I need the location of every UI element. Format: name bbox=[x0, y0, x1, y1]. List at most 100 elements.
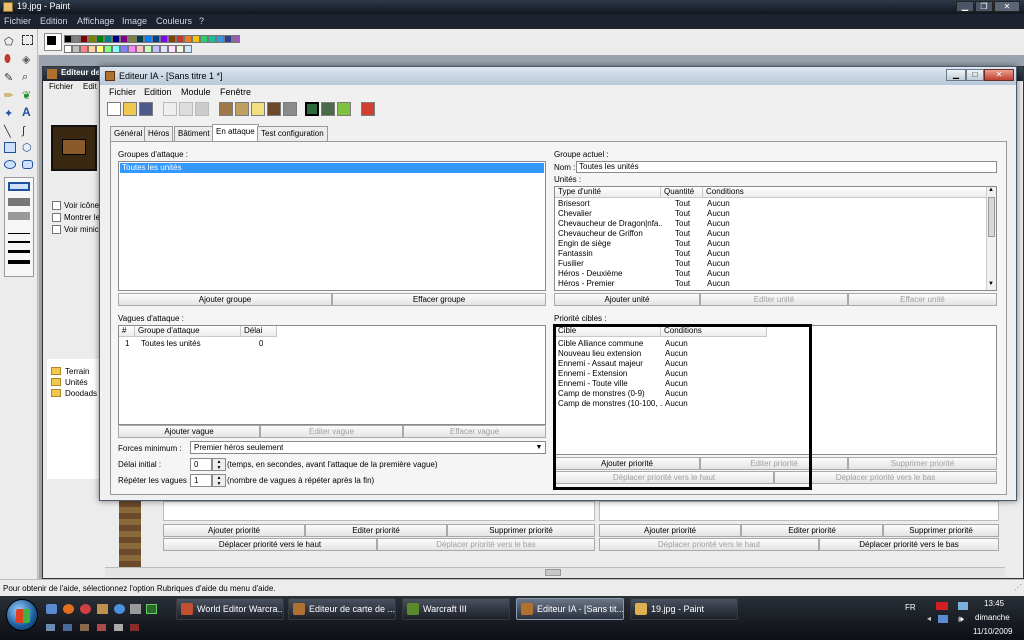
delete-unit-button[interactable]: Effacer unité bbox=[848, 293, 997, 306]
quicklaunch-icon-2d[interactable] bbox=[97, 624, 106, 631]
brush-icon[interactable]: ❦ bbox=[22, 89, 36, 103]
eraser-icon[interactable]: ⬮ bbox=[4, 53, 18, 67]
task-button-map-editor[interactable]: Editeur de carte de ... bbox=[288, 598, 396, 620]
units-header-quantity[interactable]: Quantité bbox=[661, 187, 703, 198]
ai-close-button[interactable]: ✕ bbox=[984, 69, 1014, 81]
tab-en-attaque[interactable]: En attaque bbox=[212, 124, 259, 142]
bg-add-priority-button-2[interactable]: Ajouter priorité bbox=[599, 524, 741, 537]
waves-header-group[interactable]: Groupe d'attaque bbox=[135, 326, 241, 337]
bg-check-2[interactable] bbox=[52, 213, 61, 222]
repeat-spinner[interactable]: ▲ ▼ bbox=[212, 474, 226, 487]
tray-network-icon-2[interactable] bbox=[938, 615, 948, 623]
quicklaunch-tool-icon[interactable] bbox=[130, 604, 141, 614]
quicklaunch-icon-2b[interactable] bbox=[63, 624, 72, 631]
color-swatch[interactable] bbox=[88, 45, 96, 53]
color-swatch[interactable] bbox=[96, 35, 104, 43]
unit-row[interactable]: Brisesort Tout Aucun bbox=[555, 199, 985, 209]
bg-edit-priority-button-1[interactable]: Editer priorité bbox=[305, 524, 447, 537]
tab-test-configuration[interactable]: Test configuration bbox=[257, 126, 328, 141]
bg-move-down-button-1[interactable]: Déplacer priorité vers le bas bbox=[377, 538, 595, 551]
quicklaunch-icon-2a[interactable] bbox=[46, 624, 55, 631]
unit-row[interactable]: Chevaucheur de Dragon|nfa... Tout Aucun bbox=[555, 219, 985, 229]
bg-move-down-button-2[interactable]: Déplacer priorité vers le bas bbox=[819, 538, 999, 551]
paint-minimize-button[interactable]: ▁ bbox=[956, 1, 974, 12]
quicklaunch-app-icon[interactable] bbox=[80, 604, 91, 614]
tab-general[interactable]: Général bbox=[110, 126, 147, 141]
quicklaunch-icon-2e[interactable] bbox=[114, 624, 123, 631]
initial-delay-spinner[interactable]: ▲ ▼ bbox=[212, 458, 226, 471]
color-swatch[interactable] bbox=[152, 35, 160, 43]
test-icon[interactable] bbox=[337, 102, 351, 116]
waves-header-number[interactable]: # bbox=[119, 326, 135, 337]
color-swatch[interactable] bbox=[216, 35, 224, 43]
color-swatch[interactable] bbox=[144, 45, 152, 53]
line-width-4[interactable] bbox=[8, 260, 30, 264]
terrain-icon[interactable] bbox=[219, 102, 233, 116]
text-icon[interactable]: A bbox=[22, 105, 36, 119]
color-swatch[interactable] bbox=[200, 35, 208, 43]
min-forces-select[interactable]: Premier héros seulement ▼ bbox=[190, 441, 546, 454]
bg-menu-edit[interactable]: Edit bbox=[83, 82, 97, 91]
color-swatch[interactable] bbox=[64, 35, 72, 43]
tab-heros[interactable]: Héros bbox=[144, 126, 174, 141]
tab-batiment[interactable]: Bâtiment bbox=[174, 126, 214, 141]
fill-option-filled[interactable] bbox=[8, 198, 30, 206]
color-swatch[interactable] bbox=[104, 35, 112, 43]
color-swatch[interactable] bbox=[112, 35, 120, 43]
unit-row[interactable]: Chevalier Tout Aucun bbox=[555, 209, 985, 219]
zoom-icon[interactable]: ⌕ bbox=[22, 71, 36, 85]
unit-row[interactable]: Engin de siège Tout Aucun bbox=[555, 239, 985, 249]
delete-wave-button[interactable]: Effacer vague bbox=[403, 425, 546, 438]
ai-maximize-button[interactable]: □ bbox=[966, 69, 984, 81]
tray-lang[interactable]: FR bbox=[905, 603, 916, 612]
units-header-conditions[interactable]: Conditions bbox=[703, 187, 987, 198]
primary-color-box[interactable] bbox=[44, 33, 62, 51]
color-swatch[interactable] bbox=[160, 45, 168, 53]
units-list[interactable]: Type d'unité Quantité Conditions Briseso… bbox=[554, 186, 997, 291]
fill-icon[interactable]: ◈ bbox=[22, 53, 36, 67]
paint-menu-fichier[interactable]: Fichier bbox=[4, 14, 31, 29]
color-swatch[interactable] bbox=[112, 45, 120, 53]
paint-menu-edition[interactable]: Edition bbox=[40, 14, 68, 29]
airbrush-icon[interactable]: ✦ bbox=[4, 107, 18, 121]
ai-menu-edition[interactable]: Edition bbox=[144, 87, 172, 97]
scroll-up-icon[interactable]: ▲ bbox=[988, 187, 994, 193]
task-button-ai-editor[interactable]: Editeur IA - [Sans tit... bbox=[516, 598, 624, 620]
tree-item-terrain[interactable]: Terrain bbox=[65, 367, 89, 376]
color-swatch[interactable] bbox=[80, 35, 88, 43]
units-scrollbar[interactable]: ▲ ▼ bbox=[986, 187, 996, 290]
paint-maximize-button[interactable]: ❐ bbox=[975, 1, 993, 12]
copy-icon[interactable] bbox=[179, 102, 193, 116]
color-swatch[interactable] bbox=[184, 45, 192, 53]
free-select-icon[interactable]: ⬠ bbox=[4, 35, 18, 49]
color-swatch[interactable] bbox=[128, 45, 136, 53]
tray-network-icon[interactable] bbox=[958, 602, 968, 610]
paint-menu-affichage[interactable]: Affichage bbox=[77, 14, 114, 29]
add-unit-button[interactable]: Ajouter unité bbox=[554, 293, 700, 306]
chevron-down-icon[interactable]: ▼ bbox=[534, 442, 544, 453]
unit-row[interactable]: Fantassin Tout Aucun bbox=[555, 249, 985, 259]
quicklaunch-desktop-icon[interactable] bbox=[46, 604, 57, 614]
clock-time[interactable]: 13:45 bbox=[984, 599, 1004, 608]
ai-menu-module[interactable]: Module bbox=[181, 87, 211, 97]
hero-icon[interactable] bbox=[267, 102, 281, 116]
polygon-icon[interactable]: ⬡ bbox=[22, 141, 36, 155]
units-header-type[interactable]: Type d'unité bbox=[555, 187, 661, 198]
bg-delete-priority-button-2[interactable]: Supprimer priorité bbox=[883, 524, 999, 537]
group-name-input[interactable]: Toutes les unités bbox=[576, 161, 997, 173]
line-width-3[interactable] bbox=[8, 250, 30, 253]
unit-row[interactable]: Fusilier Tout Aucun bbox=[555, 259, 985, 269]
color-swatch[interactable] bbox=[120, 45, 128, 53]
ai-minimize-button[interactable]: ▁ bbox=[946, 69, 966, 81]
line-width-2[interactable] bbox=[8, 241, 30, 243]
task-button-warcraft[interactable]: Warcraft III bbox=[402, 598, 510, 620]
curve-icon[interactable]: ∫ bbox=[22, 125, 36, 139]
quicklaunch-h-icon[interactable] bbox=[146, 604, 157, 614]
fill-option-solid[interactable] bbox=[8, 212, 30, 220]
rounded-rect-icon[interactable] bbox=[22, 160, 33, 169]
color-swatch[interactable] bbox=[152, 45, 160, 53]
resize-grip-icon[interactable]: ⋰ bbox=[1014, 583, 1022, 592]
add-wave-button[interactable]: Ajouter vague bbox=[118, 425, 260, 438]
save-icon[interactable] bbox=[139, 102, 153, 116]
task-button-world-editor[interactable]: World Editor Warcra... bbox=[176, 598, 284, 620]
